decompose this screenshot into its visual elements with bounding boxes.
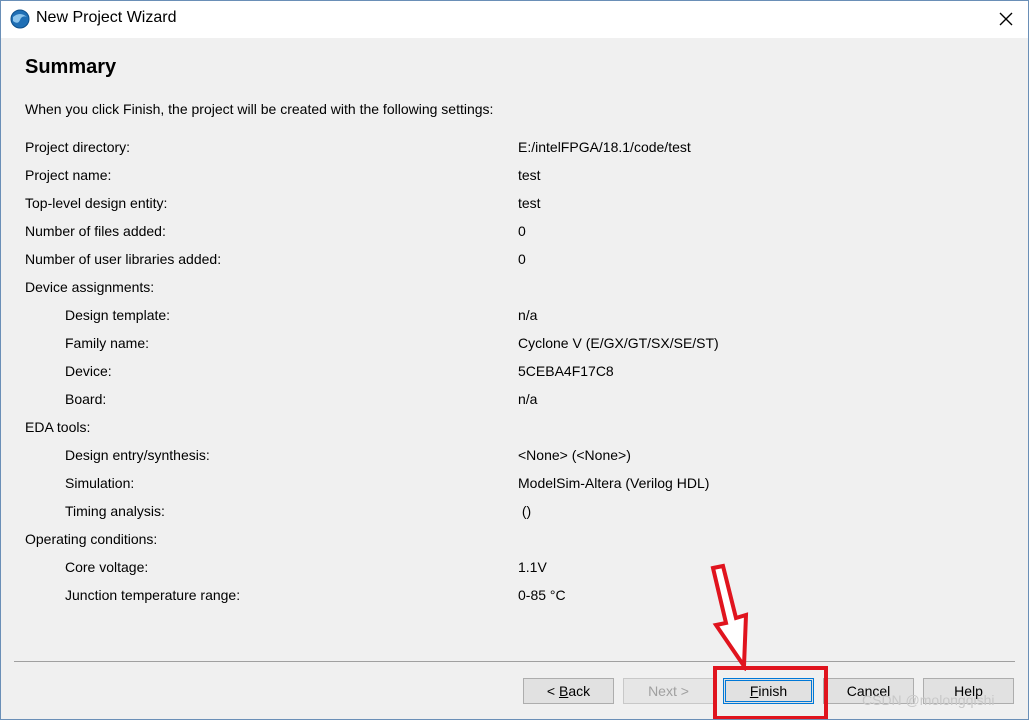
next-button[interactable]: Next > (623, 678, 714, 704)
setting-value: E:/intelFPGA/18.1/code/test (518, 139, 691, 155)
title-bar: New Project Wizard (0, 0, 1029, 38)
setting-row: EDA tools: (25, 419, 785, 447)
setting-row: Board: n/a (25, 391, 785, 419)
setting-value: 0 (518, 223, 526, 239)
setting-value: 0-85 °C (518, 587, 566, 603)
setting-row: Core voltage: 1.1V (25, 559, 785, 587)
next-button-label: Next > (648, 683, 689, 699)
finish-button-rest: inish (758, 683, 788, 699)
page-heading: Summary (25, 56, 117, 78)
setting-value: 5CEBA4F17C8 (518, 363, 614, 379)
setting-row: Timing analysis: () (25, 503, 785, 531)
setting-row: Number of user libraries added: 0 (25, 251, 785, 279)
setting-row: Junction temperature range: 0-85 °C (25, 587, 785, 615)
setting-value: () (518, 503, 532, 519)
setting-label: EDA tools: (25, 419, 91, 435)
setting-row: Design entry/synthesis: <None> (<None>) (25, 447, 785, 475)
setting-row: Top-level design entity: test (25, 195, 785, 223)
button-separator (14, 661, 1015, 662)
csdn-watermark: CSDN @molongqishi (862, 692, 995, 708)
setting-row: Project directory: E:/intelFPGA/18.1/code… (25, 139, 785, 167)
window-title: New Project Wizard (36, 9, 177, 26)
setting-value: <None> (<None>) (518, 447, 631, 463)
finish-accelerator: F (749, 683, 759, 699)
setting-label: Family name: (65, 335, 150, 351)
back-button-prefix: < (546, 683, 559, 699)
setting-label: Project name: (25, 167, 112, 183)
close-icon (999, 12, 1013, 26)
setting-label: Core voltage: (65, 559, 149, 575)
setting-label: Timing analysis: (65, 503, 165, 519)
setting-label: Design entry/synthesis: (65, 447, 210, 463)
setting-row: Project name: test (25, 167, 785, 195)
setting-row: Simulation: ModelSim-Altera (Verilog HDL) (25, 475, 785, 503)
setting-label: Design template: (65, 307, 171, 323)
setting-value: n/a (518, 391, 538, 407)
setting-label: Top-level design entity: (25, 195, 168, 211)
setting-label: Device: (65, 363, 112, 379)
setting-value: 1.1V (518, 559, 547, 575)
setting-value: n/a (518, 307, 538, 323)
setting-label: Simulation: (65, 475, 135, 491)
intro-text: When you click Finish, the project will … (25, 101, 494, 117)
setting-row: Design template: n/a (25, 307, 785, 335)
setting-label: Board: (65, 391, 107, 407)
setting-label: Number of files added: (25, 223, 166, 239)
setting-row: Device assignments: (25, 279, 785, 307)
setting-label: Junction temperature range: (65, 587, 241, 603)
settings-list: Project directory: E:/intelFPGA/18.1/code… (25, 139, 785, 615)
setting-label: Device assignments: (25, 279, 155, 295)
setting-value: 0 (518, 251, 526, 267)
setting-value: test (518, 167, 541, 183)
setting-row: Number of files added: 0 (25, 223, 785, 251)
back-accelerator: B (558, 683, 569, 699)
quartus-globe-icon (10, 9, 30, 29)
setting-value: Cyclone V (E/GX/GT/SX/SE/ST) (518, 335, 719, 351)
setting-row: Device: 5CEBA4F17C8 (25, 363, 785, 391)
back-button-rest: ack (568, 683, 591, 699)
back-button[interactable]: < Back (523, 678, 614, 704)
setting-row: Family name: Cyclone V (E/GX/GT/SX/SE/ST) (25, 335, 785, 363)
setting-value: ModelSim-Altera (Verilog HDL) (518, 475, 710, 491)
setting-row: Operating conditions: (25, 531, 785, 559)
setting-label: Project directory: (25, 139, 131, 155)
setting-value: test (518, 195, 541, 211)
setting-label: Number of user libraries added: (25, 251, 222, 267)
close-button[interactable] (983, 0, 1029, 38)
setting-label: Operating conditions: (25, 531, 158, 547)
finish-button[interactable]: Finish (723, 678, 814, 704)
